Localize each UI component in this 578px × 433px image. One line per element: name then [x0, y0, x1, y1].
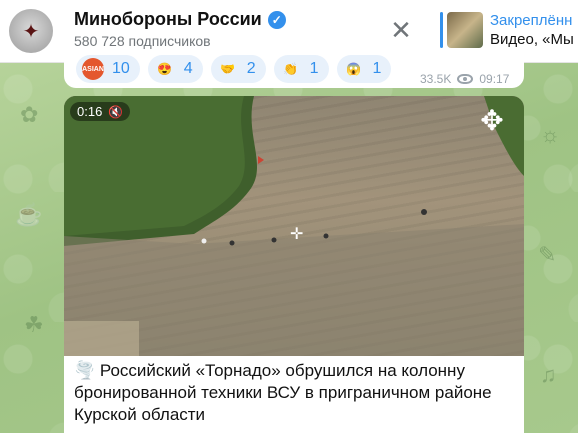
video-post-bubble: 0:16 🔇 ✥ ✛ 🌪️ Российский «Торнадо» обруш… — [64, 96, 524, 433]
reaction-button[interactable]: 😱 1 — [336, 55, 392, 83]
emblem-icon: ✦ — [22, 20, 40, 43]
reaction-count: 4 — [183, 60, 193, 77]
muted-icon[interactable]: 🔇 — [108, 105, 123, 119]
reaction-count: 1 — [372, 60, 382, 77]
post-caption: 🌪️ Российский «Торнадо» обрушился на кол… — [74, 361, 492, 424]
eye-icon — [457, 74, 474, 84]
chat-header: ✦ Минобороны России ✓ 580 728 подписчико… — [0, 0, 578, 63]
reaction-emoji-icon: ASIAN — [82, 58, 104, 80]
doodle-icon: ☼ — [540, 122, 561, 147]
message-time: 09:17 — [479, 72, 510, 86]
view-count: 33.5K — [420, 72, 452, 86]
video-duration: 0:16 🔇 — [70, 102, 131, 121]
pinned-thumbnail[interactable] — [447, 12, 483, 48]
reaction-count: 1 — [309, 60, 319, 77]
reaction-button[interactable]: 🤝 2 — [210, 55, 266, 83]
pinned-indicator — [440, 12, 443, 48]
reaction-button[interactable]: 👏 1 — [273, 55, 329, 83]
pinned-title[interactable]: Закреплённ — [490, 12, 572, 29]
pinned-text[interactable]: Видео, «Мы — [490, 31, 574, 48]
reaction-count: 10 — [112, 60, 130, 77]
reaction-button[interactable]: 😍 4 — [147, 55, 203, 83]
channel-avatar[interactable]: ✦ — [9, 9, 53, 53]
reaction-emoji-icon: 🤝 — [220, 62, 236, 76]
reaction-count: 2 — [246, 60, 256, 77]
close-icon[interactable]: ✕ — [388, 15, 414, 45]
reaction-emoji-icon: 👏 — [283, 62, 299, 76]
channel-title[interactable]: Минобороны России ✓ — [74, 9, 286, 30]
subscriber-count: 580 728 подписчиков — [74, 33, 211, 49]
doodle-icon: ☘ — [24, 312, 44, 337]
reaction-emoji-icon: 😱 — [346, 62, 361, 76]
crosshair-icon: ✛ — [290, 226, 304, 243]
doodle-icon: ✎ — [538, 242, 557, 267]
video-player[interactable]: 0:16 🔇 ✥ ✛ — [64, 96, 524, 356]
message-meta: 33.5K 09:17 — [420, 72, 509, 86]
doodle-icon: ✿ — [20, 102, 39, 127]
reaction-button[interactable]: ASIAN 10 — [76, 55, 140, 83]
doodle-icon: ♫ — [540, 362, 557, 387]
doodle-icon: ☕ — [15, 202, 43, 227]
reaction-emoji-icon: 😍 — [157, 62, 173, 76]
reactions-row: ASIAN 10 😍 4 🤝 2 👏 1 😱 1 — [76, 55, 392, 83]
watermark-emblem: ✥ — [480, 105, 504, 136]
verified-icon: ✓ — [267, 10, 286, 29]
channel-name-text: Минобороны России — [74, 9, 262, 29]
duration-text: 0:16 — [77, 104, 103, 119]
